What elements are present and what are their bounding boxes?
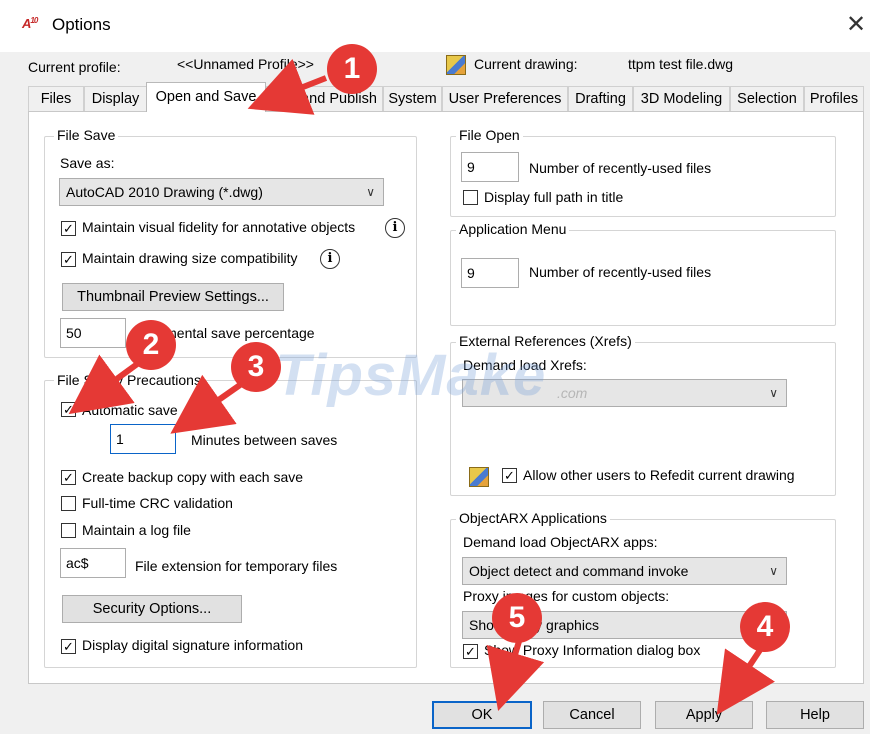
minutes-between-saves-input[interactable]: 1: [110, 424, 176, 454]
ok-button[interactable]: OK: [432, 701, 532, 729]
tab-3d-modeling[interactable]: 3D Modeling: [633, 86, 730, 111]
full-path-checkbox[interactable]: [463, 190, 478, 205]
tab-drafting[interactable]: Drafting: [568, 86, 633, 111]
annotation-marker: 3: [231, 342, 281, 392]
refedit-label: Allow other users to Refedit current dra…: [523, 467, 795, 483]
help-button[interactable]: Help: [766, 701, 864, 729]
crc-validation-label: Full-time CRC validation: [82, 495, 233, 511]
temp-file-extension-input[interactable]: ac$: [60, 548, 126, 578]
watermark-suffix: .com: [557, 385, 588, 401]
log-file-label: Maintain a log file: [82, 522, 191, 538]
annotation-marker: 1: [327, 44, 377, 94]
refedit-checkbox[interactable]: ✓: [502, 468, 517, 483]
log-file-checkbox[interactable]: [61, 523, 76, 538]
digital-signature-checkbox[interactable]: ✓: [61, 639, 76, 654]
file-open-recent-input[interactable]: 9: [461, 152, 519, 182]
incremental-save-input[interactable]: 50: [60, 318, 126, 348]
app-menu-recent-label: Number of recently-used files: [529, 264, 712, 280]
backup-copy-label: Create backup copy with each save: [82, 469, 304, 485]
file-open-title: File Open: [456, 127, 523, 143]
current-profile-label: Current profile:: [28, 59, 121, 75]
tab-open-and-save[interactable]: Open and Save: [146, 82, 266, 112]
demand-load-arx-select[interactable]: Object detect and command invoke ∨: [462, 557, 787, 585]
proxy-dialog-checkbox[interactable]: ✓: [463, 644, 478, 659]
automatic-save-label: Automatic save: [82, 402, 178, 418]
annotation-marker: 4: [740, 602, 790, 652]
file-open-recent-label: Number of recently-used files: [529, 160, 712, 176]
demand-load-arx-label: Demand load ObjectARX apps:: [463, 534, 658, 550]
application-menu-title: Application Menu: [456, 221, 570, 237]
fidelity-label: Maintain visual fidelity for annotative …: [82, 219, 356, 235]
current-drawing-label: Current drawing:: [474, 56, 578, 72]
cancel-button[interactable]: Cancel: [543, 701, 641, 729]
tab-selection[interactable]: Selection: [730, 86, 804, 111]
annotation-marker: 5: [492, 593, 542, 643]
crc-validation-checkbox[interactable]: [61, 496, 76, 511]
minutes-between-saves-label: Minutes between saves: [191, 432, 338, 448]
drawing-icon: [469, 467, 489, 487]
apply-button[interactable]: Apply: [655, 701, 753, 729]
drawing-icon: [446, 55, 466, 75]
file-save-title: File Save: [54, 127, 119, 143]
proxy-images-label: Proxy images for custom objects:: [463, 588, 670, 604]
chevron-down-icon: ∨: [366, 185, 375, 199]
backup-copy-checkbox[interactable]: ✓: [61, 470, 76, 485]
app-menu-recent-input[interactable]: 9: [461, 258, 519, 288]
tab-files[interactable]: Files: [28, 86, 84, 111]
watermark-logo: TipsMake: [275, 343, 547, 408]
title-bar: [0, 0, 870, 52]
tab-system[interactable]: System: [383, 86, 442, 111]
proxy-dialog-label: Show Proxy Information dialog box: [484, 642, 701, 658]
window-title: Options: [52, 15, 111, 34]
tab-profiles[interactable]: Profiles: [804, 86, 864, 111]
autocad-app-icon: A10: [22, 16, 38, 31]
tab-display[interactable]: Display: [84, 86, 147, 111]
digital-signature-label: Display digital signature information: [82, 637, 303, 653]
file-safety-title: File Safety Precautions: [54, 372, 204, 388]
size-compat-label: Maintain drawing size compatibility: [82, 250, 298, 266]
chevron-down-icon: ∨: [769, 386, 778, 400]
objectarx-title: ObjectARX Applications: [456, 510, 610, 526]
fidelity-checkbox[interactable]: ✓: [61, 221, 76, 236]
save-as-label: Save as:: [60, 155, 115, 171]
info-icon[interactable]: i: [385, 218, 405, 238]
size-compat-checkbox[interactable]: ✓: [61, 252, 76, 267]
thumbnail-preview-settings-button[interactable]: Thumbnail Preview Settings...: [62, 283, 284, 311]
tab-user-preferences[interactable]: User Preferences: [442, 86, 568, 111]
full-path-label: Display full path in title: [484, 189, 624, 205]
temp-file-extension-label: File extension for temporary files: [135, 558, 338, 574]
save-as-select[interactable]: AutoCAD 2010 Drawing (*.dwg) ∨: [59, 178, 384, 206]
close-icon[interactable]: ✕: [843, 10, 869, 40]
current-drawing-value: ttpm test file.dwg: [628, 56, 734, 72]
chevron-down-icon: ∨: [769, 564, 778, 578]
info-icon[interactable]: i: [320, 249, 340, 269]
security-options-button[interactable]: Security Options...: [62, 595, 242, 623]
annotation-marker: 2: [126, 320, 176, 370]
current-profile-value: <<Unnamed Profile>>: [177, 56, 314, 72]
automatic-save-checkbox[interactable]: ✓: [61, 402, 76, 417]
